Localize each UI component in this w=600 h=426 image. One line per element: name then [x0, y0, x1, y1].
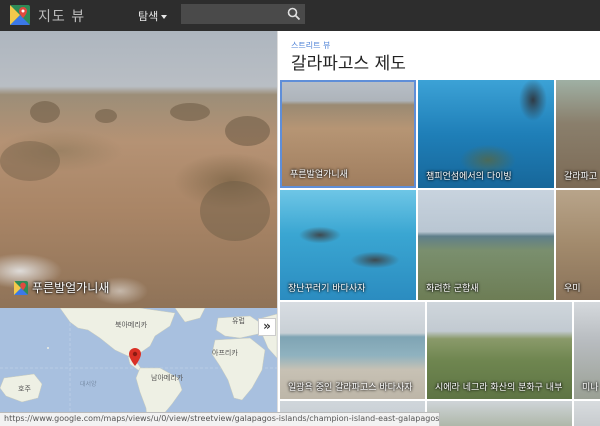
shrub — [170, 103, 210, 121]
map-label-africa: 아프리카 — [212, 349, 238, 357]
map-label-south-america: 남아메리카 — [151, 374, 184, 382]
map-label-north-america: 북아메리카 — [115, 321, 148, 329]
tile-caption: 우미 — [564, 284, 581, 294]
world-map[interactable]: 북아메리카 남아메리카 유럽 아프리카 호주 대서양 — [0, 308, 277, 426]
gallery-tile[interactable]: 장난꾸러기 바다사자 — [280, 190, 416, 300]
tile-caption: 미나 — [582, 383, 599, 393]
status-bar-url: https://www.google.com/maps/views/u/0/vi… — [0, 412, 440, 426]
search-icon[interactable] — [287, 7, 301, 21]
gallery-tile[interactable]: 시에라 네그라 화산의 분화구 내부 — [427, 302, 572, 399]
location-pin-icon[interactable] — [129, 348, 141, 366]
gallery-tile[interactable]: 일광욕 중인 갈라파고스 바다사자 — [280, 302, 425, 399]
explore-menu[interactable]: 탐색 — [138, 8, 168, 24]
top-bar: 지도 뷰 탐색 — [0, 0, 600, 31]
shrub — [30, 101, 60, 123]
page-title: 갈라파고스 제도 — [291, 54, 406, 74]
app-title[interactable]: 지도 뷰 — [38, 6, 85, 26]
caret-down-icon — [161, 15, 168, 19]
tile-caption: 화려한 군함새 — [426, 284, 479, 294]
gallery-tile[interactable]: 챔피언섬에서의 다이빙 — [418, 80, 554, 188]
tile-caption: 푸른발얼가니새 — [290, 170, 348, 180]
gallery-tile[interactable]: 푸른발얼가니새 — [280, 80, 416, 188]
explore-label: 탐색 — [138, 10, 159, 23]
street-view-preview[interactable]: 푸른발얼가니새 — [0, 31, 277, 308]
tile-caption: 갈라파고 — [564, 172, 598, 182]
shrub — [95, 109, 117, 123]
tile-caption: 일광욕 중인 갈라파고스 바다사자 — [288, 383, 413, 393]
tile-caption: 시에라 네그라 화산의 분화구 내부 — [435, 383, 563, 393]
gallery-tile[interactable]: 갈라파고 — [556, 80, 600, 188]
gallery-tile[interactable]: 우미 — [556, 190, 600, 300]
gallery-tile[interactable]: 미나 — [574, 302, 600, 399]
tile-caption: 장난꾸러기 바다사자 — [288, 284, 366, 294]
expand-map-button[interactable]: » — [258, 318, 276, 336]
gallery-panel: 스트리트 뷰 갈라파고스 제도 푸른발얼가니새 챔피언섬에서의 다이빙 갈라파고… — [277, 31, 600, 426]
preview-caption: 푸른발얼가니새 — [32, 281, 110, 295]
gallery-tile[interactable] — [574, 401, 600, 426]
map-label-atlantic: 대서양 — [80, 381, 97, 388]
map-label-oceania: 호주 — [18, 385, 31, 393]
shrub — [0, 141, 60, 181]
tile-caption: 챔피언섬에서의 다이빙 — [426, 172, 512, 182]
maps-pin-logo[interactable] — [10, 5, 30, 25]
gallery-tile[interactable]: 화려한 군함새 — [418, 190, 554, 300]
map-label-europe: 유럽 — [232, 317, 245, 325]
maps-pin-logo — [14, 281, 28, 295]
left-panel: 푸른발얼가니새 북아메리카 남아메리카 유럽 아프리카 호주 대서양 » — [0, 31, 277, 426]
shrub — [200, 181, 270, 241]
shrub — [225, 116, 270, 146]
gallery-tile[interactable] — [427, 401, 572, 426]
